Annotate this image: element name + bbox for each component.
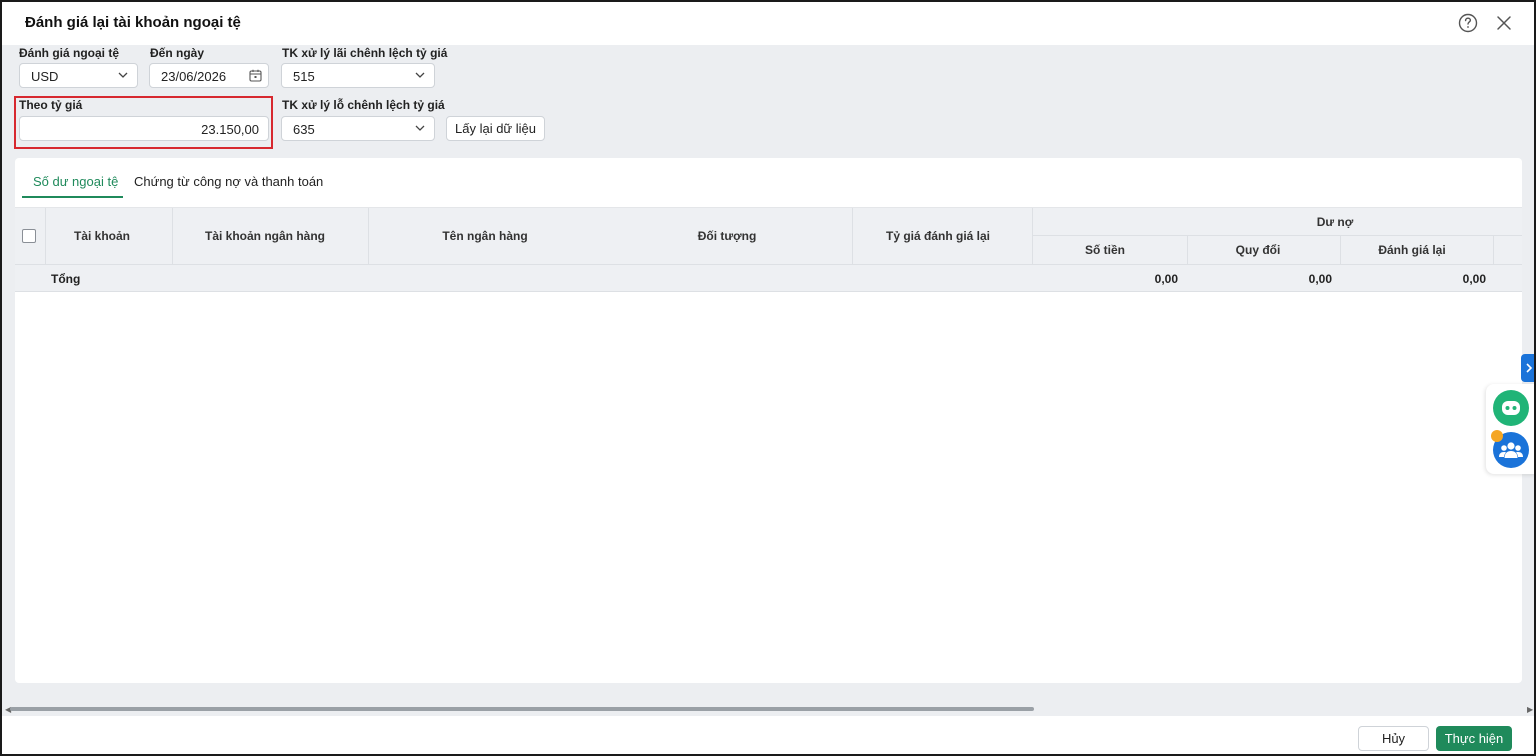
side-panel-toggle[interactable] [1521,354,1534,382]
col-revaluation-rate[interactable]: Tỷ giá đánh giá lại [886,229,990,243]
close-icon[interactable] [1494,13,1514,33]
date-label: Đến ngày [150,46,205,60]
total-revalued: 0,00 [1462,272,1486,286]
col-group-debit: Dư nợ [1316,215,1354,229]
horizontal-scrollbar[interactable] [10,707,1034,711]
help-icon[interactable] [1458,13,1478,33]
gain-account-label: TK xử lý lãi chênh lệch tỷ giá [282,46,448,60]
date-field[interactable]: 23/06/2026 [149,63,269,88]
dialog-title: Đánh giá lại tài khoản ngoại tệ [25,14,241,31]
rate-label: Theo tỷ giá [19,98,83,112]
column-divider [1340,235,1341,264]
cancel-button[interactable]: Hủy [1358,726,1429,751]
scroll-right-arrow-icon[interactable]: ▶ [1527,705,1533,714]
total-label: Tổng [51,272,81,286]
select-all-checkbox[interactable] [22,229,36,243]
col-converted[interactable]: Quy đổi [1236,243,1281,257]
notification-dot [1491,430,1503,442]
col-revalued[interactable]: Đánh giá lại [1378,243,1445,257]
run-button[interactable]: Thực hiện [1436,726,1512,751]
chevron-down-icon [118,72,128,78]
loss-account-label: TK xử lý lỗ chênh lệch tỷ giá [282,98,445,112]
main-panel: Số dư ngoại tệ Chứng từ công nợ và thanh… [15,158,1522,683]
col-bank-account[interactable]: Tài khoản ngân hàng [205,229,325,243]
tab-debt-documents[interactable]: Chứng từ công nợ và thanh toán [134,174,323,189]
dialog-titlebar: Đánh giá lại tài khoản ngoại tệ [2,2,1534,45]
column-divider [1187,235,1188,264]
col-bank-name[interactable]: Tên ngân hàng [442,229,527,243]
chevron-right-icon [1526,363,1533,373]
chatbot-icon[interactable] [1493,390,1529,426]
column-divider [368,208,369,264]
column-divider [172,208,173,264]
date-value: 23/06/2026 [161,69,227,84]
total-row: Tổng 0,00 0,00 0,00 [15,264,1522,292]
loss-account-value: 635 [293,122,315,137]
col-amount[interactable]: Số tiền [1085,243,1125,257]
total-converted: 0,00 [1308,272,1332,286]
table-header: Tài khoản Tài khoản ngân hàng Tên ngân h… [15,208,1522,264]
gain-account-select[interactable]: 515 [281,63,435,88]
support-widget [1486,384,1534,474]
dialog-window: Đánh giá lại tài khoản ngoại tệ Đánh giá… [0,0,1536,756]
rate-input[interactable]: 23.150,00 [19,116,269,141]
total-amount: 0,00 [1154,272,1178,286]
loss-account-select[interactable]: 635 [281,116,435,141]
currency-label: Đánh giá ngoại tệ [19,46,120,60]
column-divider [1032,208,1033,264]
tab-bar: Số dư ngoại tệ Chứng từ công nợ và thanh… [15,158,1522,208]
column-divider [1493,235,1494,264]
active-tab-underline [22,196,123,198]
col-account[interactable]: Tài khoản [74,229,130,243]
currency-value: USD [31,69,59,84]
column-divider [45,208,46,264]
column-divider [852,208,853,264]
dialog-footer: Hủy Thực hiện [2,716,1534,754]
chevron-down-icon [415,72,425,78]
rate-value: 23.150,00 [201,122,259,137]
col-object[interactable]: Đối tượng [698,229,757,243]
group-divider [1032,235,1522,236]
chevron-down-icon [415,125,425,131]
tab-foreign-balance[interactable]: Số dư ngoại tệ [33,174,118,189]
currency-select[interactable]: USD [19,63,138,88]
gain-account-value: 515 [293,69,315,84]
calendar-icon[interactable] [249,69,262,82]
reload-data-button[interactable]: Lấy lại dữ liệu [446,116,545,141]
